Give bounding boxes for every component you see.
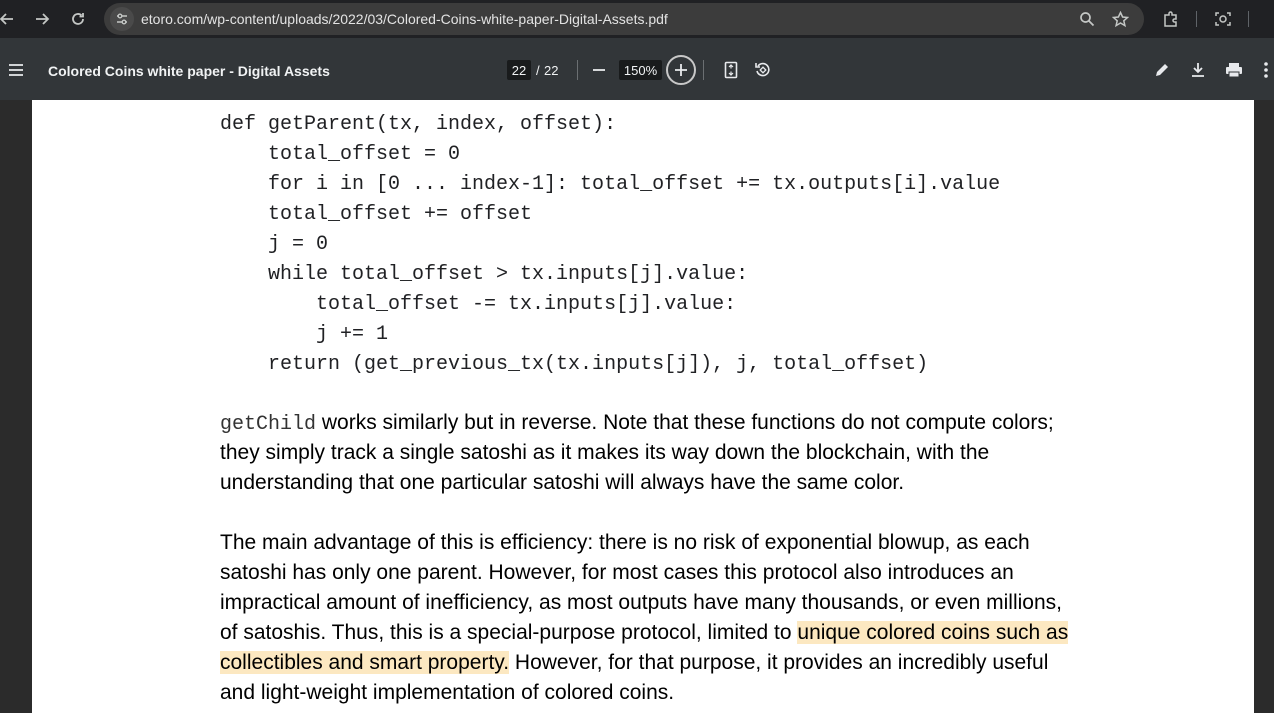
toolbar-divider xyxy=(577,60,578,80)
annotate-pen-icon[interactable] xyxy=(1148,56,1176,84)
pdf-toolbar: Colored Coins white paper - Digital Asse… xyxy=(0,38,1274,100)
page-number-input[interactable]: 22 xyxy=(507,60,531,80)
forward-arrow-icon[interactable] xyxy=(27,4,57,34)
paragraph-line: and light-weight implementation of color… xyxy=(220,681,675,704)
code-line: j = 0 xyxy=(220,233,329,256)
screen-capture-icon[interactable] xyxy=(1208,4,1238,34)
toolbar-divider xyxy=(1196,11,1197,27)
highlighted-text[interactable]: unique colored coins such as xyxy=(797,621,1069,644)
toolbar-divider xyxy=(703,60,704,80)
code-line: def getParent(tx, index, offset): xyxy=(220,113,617,136)
download-icon[interactable] xyxy=(1184,56,1212,84)
zoom-in-icon[interactable] xyxy=(666,55,696,85)
paragraph-line: they simply track a single satoshi as it… xyxy=(220,441,990,464)
extensions-icon[interactable] xyxy=(1156,4,1186,34)
paragraph-line: impractical amount of inefficiency, as m… xyxy=(220,591,1062,614)
address-bar[interactable]: etoro.com/wp-content/uploads/2022/03/Col… xyxy=(104,3,1144,35)
highlighted-text[interactable]: collectibles and smart property. xyxy=(220,651,510,674)
code-line: total_offset -= tx.inputs[j].value: xyxy=(220,293,737,316)
code-line: j += 1 xyxy=(220,323,389,346)
url-text[interactable]: etoro.com/wp-content/uploads/2022/03/Col… xyxy=(141,11,668,27)
paragraph-line: of satoshis. Thus, this is a special-pur… xyxy=(220,620,1069,646)
menu-icon[interactable] xyxy=(2,56,30,84)
pdf-viewport[interactable]: def getParent(tx, index, offset): total_… xyxy=(0,100,1274,713)
paragraph-line: satoshi has only one parent. However, fo… xyxy=(220,561,1014,584)
paragraph-line: understanding that one particular satosh… xyxy=(220,471,905,494)
pdf-page: def getParent(tx, index, offset): total_… xyxy=(32,100,1254,713)
total-pages: 22 xyxy=(544,63,559,78)
zoom-magnifier-icon[interactable] xyxy=(1076,8,1098,30)
back-arrow-icon[interactable] xyxy=(0,4,22,34)
site-info-icon[interactable] xyxy=(110,7,134,31)
fit-page-icon[interactable] xyxy=(717,56,745,84)
paragraph-line: collectibles and smart property. However… xyxy=(220,650,1048,676)
text-run: However, for that purpose, it provides a… xyxy=(509,651,1049,674)
paragraph-line: getChild works similarly but in reverse.… xyxy=(220,410,1054,438)
zoom-level-input[interactable]: 150% xyxy=(619,60,662,80)
paragraph-line: The main advantage of this is efficiency… xyxy=(220,531,1030,554)
code-line: for i in [0 ... index-1]: total_offset +… xyxy=(220,173,1001,196)
print-icon[interactable] xyxy=(1220,56,1248,84)
rotate-icon[interactable] xyxy=(749,56,777,84)
code-line: total_offset += offset xyxy=(220,203,533,226)
text-run: works similarly but in reverse. Note tha… xyxy=(316,411,1054,434)
inline-code: getChild xyxy=(220,413,317,436)
code-line: return (get_previous_tx(tx.inputs[j]), j… xyxy=(220,353,929,376)
code-line: while total_offset > tx.inputs[j].value: xyxy=(220,263,749,286)
more-options-icon[interactable] xyxy=(1258,56,1274,84)
zoom-out-icon[interactable] xyxy=(585,56,613,84)
browser-top-bar: etoro.com/wp-content/uploads/2022/03/Col… xyxy=(0,0,1274,38)
bookmark-star-icon[interactable] xyxy=(1109,8,1131,30)
toolbar-divider xyxy=(1248,11,1249,27)
text-run: of satoshis. Thus, this is a special-pur… xyxy=(220,621,798,644)
reload-icon[interactable] xyxy=(63,4,93,34)
document-title: Colored Coins white paper - Digital Asse… xyxy=(48,63,330,79)
code-line: total_offset = 0 xyxy=(220,143,461,166)
page-separator: / xyxy=(536,63,540,78)
